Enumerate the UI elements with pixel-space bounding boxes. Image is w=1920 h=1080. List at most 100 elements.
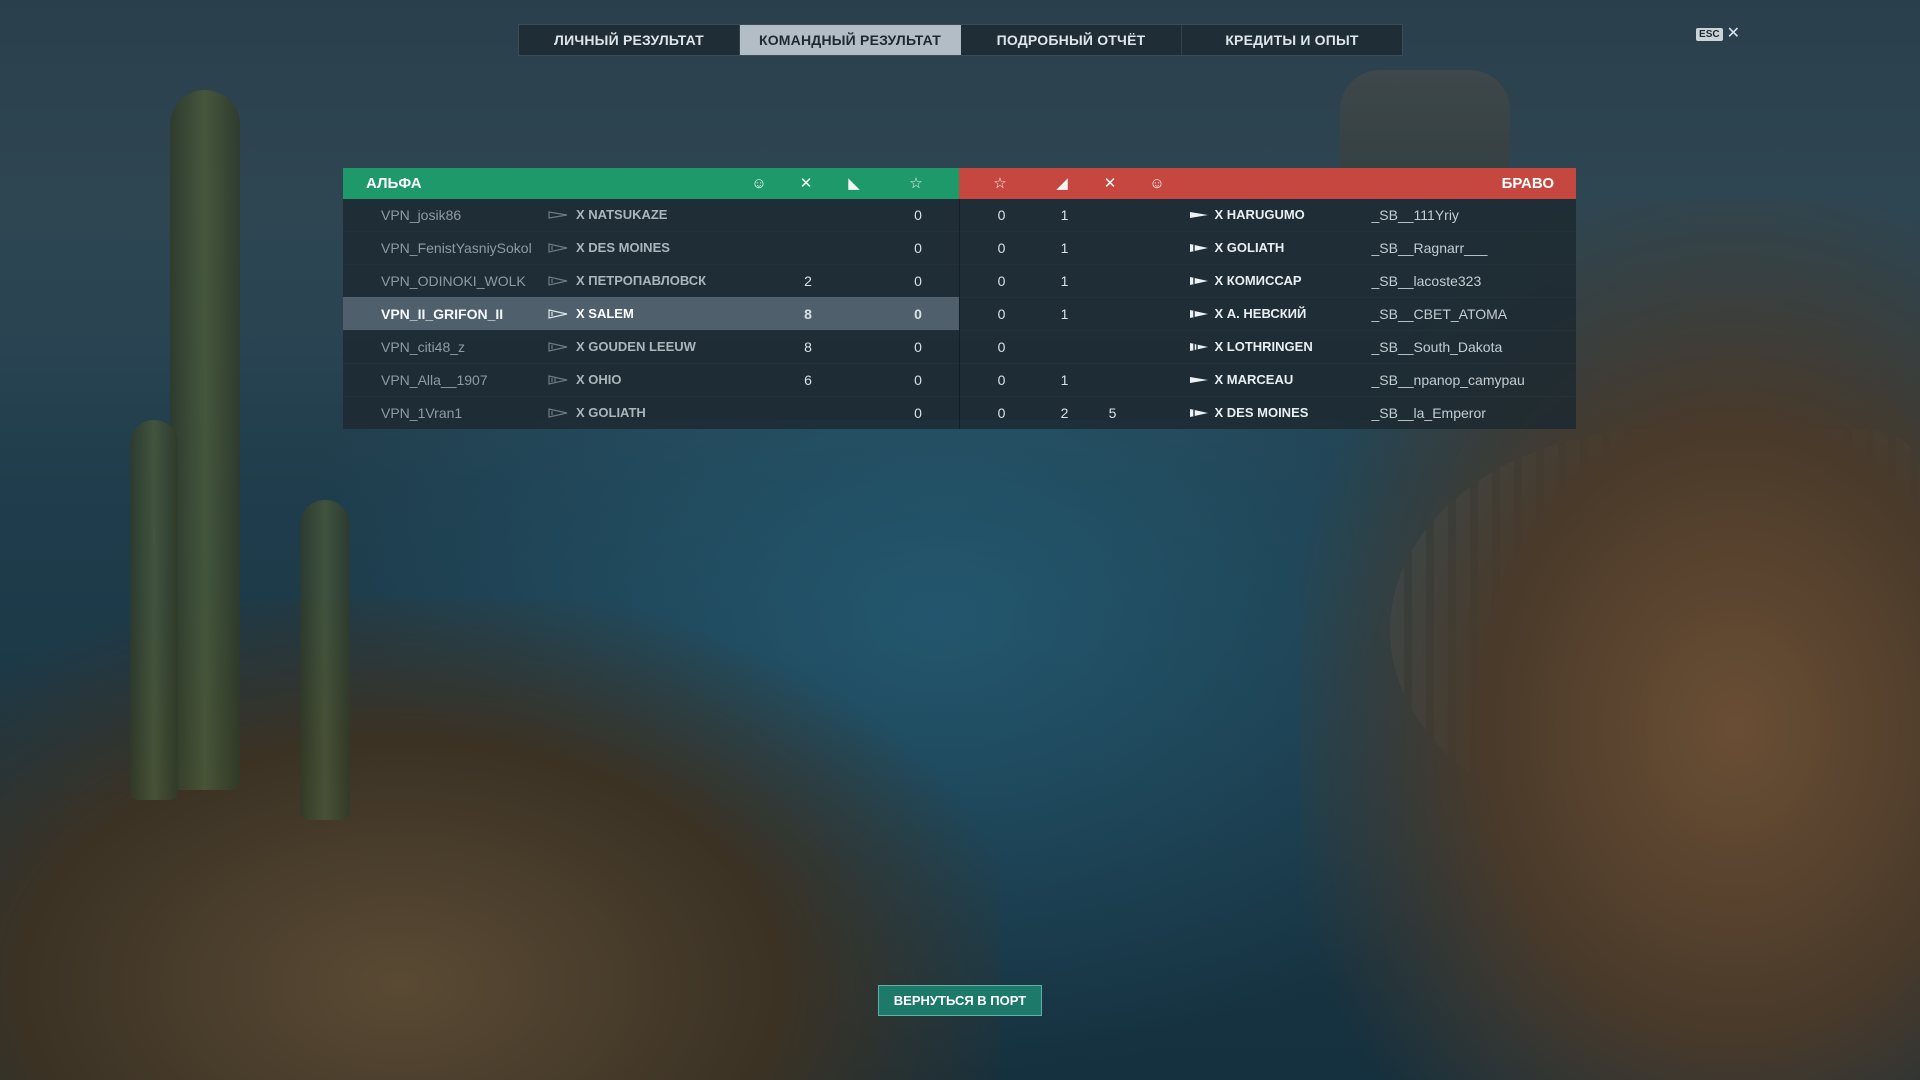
ship-name: X HARUGUMO [1214,207,1305,222]
close-icon[interactable]: ✕ [1727,26,1740,42]
cruiser-icon [548,342,568,352]
player-name: _SB__npanop_camypau [1371,372,1525,388]
player-name: _SB__la_Emperor [1371,405,1486,421]
table-row[interactable]: VPN_ODINOKI_WOLK X ПЕТРОПАВЛОВСК 2 0 [343,264,959,297]
bravo-roster: 0 1 X HARUGUMO _SB__111Yriy 0 1 X GOLIAT… [958,199,1577,429]
ship-name: X DES MOINES [1214,405,1309,420]
table-row[interactable]: 0 X LOTHRINGEN _SB__South_Dakota [960,330,1577,363]
team-rows: VPN_josik86 X NATSUKAZE 0 VPN_FenistYasn… [343,199,1576,429]
score-value: 0 [914,207,922,223]
ship-kills: 1 [1060,207,1069,223]
score-value: 0 [997,240,1006,256]
cactus [170,90,240,790]
ship-kills-icon: ◢ [1056,175,1068,192]
ship-name: X DES MOINES [576,240,670,255]
cruiser-icon [1189,310,1208,318]
ship-kills: 1 [1060,306,1069,322]
player-name: VPN_II_GRIFON_II [381,306,504,322]
score-value: 0 [997,372,1006,388]
player-name: _SB__CBET_ATOMA [1371,306,1508,322]
ship-name: X GOLIATH [1214,240,1285,255]
ship-name: X LOTHRINGEN [1214,339,1313,354]
player-name: VPN_josik86 [381,207,462,223]
table-row[interactable]: 0 1 X А. НЕВСКИЙ _SB__CBET_ATOMA [960,297,1577,330]
score-value: 0 [914,405,922,421]
cruiser-icon [1189,277,1208,285]
alpha-title: АЛЬФА [366,175,422,192]
ship-name: X GOLIATH [576,405,646,420]
results-tabs: ЛИЧНЫЙ РЕЗУЛЬТАТ КОМАНДНЫЙ РЕЗУЛЬТАТ ПОД… [518,24,1403,56]
plane-kills: 2 [804,273,812,289]
table-row[interactable]: 0 1 X GOLIATH _SB__Ragnarr___ [960,231,1577,264]
cruiser-icon [548,309,568,319]
ship-name: X SALEM [576,306,634,321]
player-name: VPN_FenistYasniySokol [381,240,532,256]
ship-kills: 2 [1060,405,1069,421]
player-name: _SB__lacoste323 [1371,273,1482,289]
score-value: 0 [997,405,1006,421]
ship-kills: 1 [1060,240,1069,256]
tab-personal-result[interactable]: ЛИЧНЫЙ РЕЗУЛЬТАТ [519,25,740,55]
close-control[interactable]: ESC ✕ [1696,26,1740,42]
plane-kills-icon: ✕ [799,175,813,192]
ship-name: X КОМИССАР [1214,273,1302,288]
battleship-icon [548,375,568,385]
player-name: _SB__South_Dakota [1371,339,1503,355]
score-value: 0 [997,339,1006,355]
team-headers: АЛЬФА ☺ ✕ ◣ ☆ ☆ ◢ ✕ ☺ БРАВО [343,168,1576,199]
table-row[interactable]: VPN_Alla__1907 X OHIO 6 0 [343,363,959,396]
cruiser-icon [548,243,568,253]
player-name: VPN_citi48_z [381,339,466,355]
player-name: VPN_Alla__1907 [381,372,488,388]
ship-name: X NATSUKAZE [576,207,668,222]
ship-name: X OHIO [576,372,622,387]
cruiser-icon [1189,409,1208,417]
cruiser-icon [548,408,568,418]
tab-credits-xp[interactable]: КРЕДИТЫ И ОПЫТ [1182,25,1402,55]
plane-kills: 8 [804,339,812,355]
rock-formation [1340,70,1510,180]
cactus [130,420,178,800]
player-name: VPN_1Vran1 [381,405,463,421]
table-row[interactable]: VPN_1Vran1 X GOLIATH 0 [343,396,959,429]
score-value: 0 [997,273,1006,289]
score-value: 0 [997,306,1006,322]
table-row[interactable]: VPN_josik86 X NATSUKAZE 0 [343,199,959,231]
plane-kills-icon: ✕ [1103,175,1117,192]
player-name: VPN_ODINOKI_WOLK [381,273,526,289]
score-value: 0 [914,372,922,388]
ship-name: X А. НЕВСКИЙ [1214,306,1307,321]
capture-icon: ☺ [751,175,767,192]
capture-icon: ☺ [1149,175,1165,192]
tab-detailed-report[interactable]: ПОДРОБНЫЙ ОТЧЁТ [961,25,1182,55]
table-row[interactable]: 0 2 5 X DES MOINES _SB__la_Emperor [960,396,1577,429]
plane-kills: 8 [804,306,812,322]
destroyer-icon [1189,377,1208,383]
ship-name: X MARCEAU [1214,372,1294,387]
bravo-header: ☆ ◢ ✕ ☺ БРАВО [959,168,1576,199]
ship-name: X GOUDEN LEEUW [576,339,696,354]
ship-kills: 1 [1060,372,1069,388]
tab-team-result[interactable]: КОМАНДНЫЙ РЕЗУЛЬТАТ [740,25,961,55]
table-row[interactable]: VPN_citi48_z X GOUDEN LEEUW 8 0 [343,330,959,363]
alpha-header: АЛЬФА ☺ ✕ ◣ ☆ [343,168,959,199]
cactus [300,500,350,820]
ship-kills: 1 [1060,273,1069,289]
table-row[interactable]: 0 1 X HARUGUMO _SB__111Yriy [960,199,1577,231]
player-name: _SB__111Yriy [1371,207,1459,223]
background-art [0,0,1920,1080]
ship-name: X ПЕТРОПАВЛОВСК [576,273,707,288]
table-row-current-player[interactable]: VPN_II_GRIFON_II X SALEM 8 0 [343,297,959,330]
cruiser-icon [548,276,568,286]
table-row[interactable]: 0 1 X MARCEAU _SB__npanop_camypau [960,363,1577,396]
player-name: _SB__Ragnarr___ [1371,240,1488,256]
team-results-board: АЛЬФА ☺ ✕ ◣ ☆ ☆ ◢ ✕ ☺ БРАВО VPN_josik86 … [343,168,1576,429]
battleship-icon [1189,343,1208,351]
table-row[interactable]: VPN_FenistYasniySokol X DES MOINES 0 [343,231,959,264]
star-icon: ☆ [909,175,923,192]
cruiser-icon [1189,244,1208,252]
score-value: 0 [914,306,922,322]
score-value: 0 [914,240,922,256]
return-to-port-button[interactable]: ВЕРНУТЬСЯ В ПОРТ [878,985,1042,1016]
table-row[interactable]: 0 1 X КОМИССАР _SB__lacoste323 [960,264,1577,297]
